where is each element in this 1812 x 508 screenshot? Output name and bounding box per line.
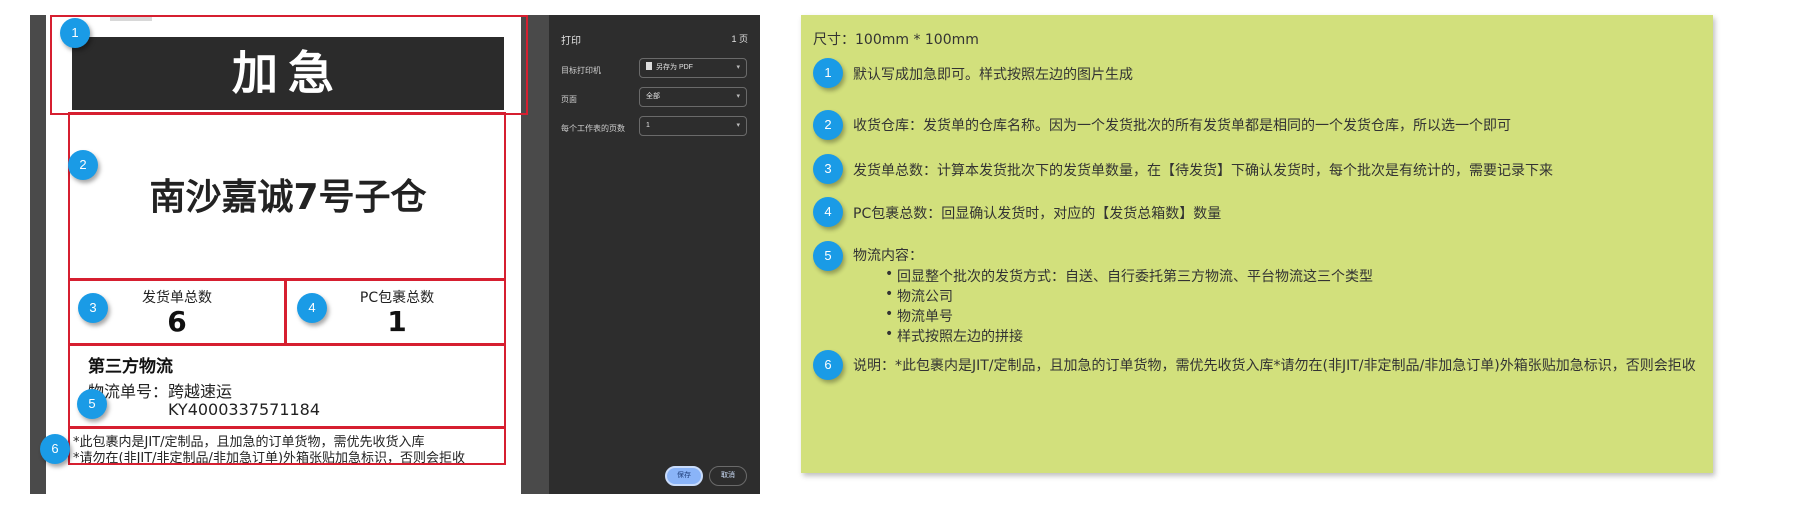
label-size-text: 尺寸：100mm * 100mm: [813, 32, 979, 48]
print-dialog-title: 打印: [561, 36, 581, 47]
pages-value: 全部: [646, 93, 660, 100]
annotation-box-logistics: [68, 344, 506, 428]
pages-select[interactable]: 全部 ▾: [639, 87, 747, 107]
chevron-down-icon: ▾: [736, 64, 740, 71]
badge-3: 3: [78, 293, 108, 323]
pages-per-sheet-value: 1: [646, 122, 650, 129]
annotation-box-notice: [68, 427, 506, 465]
spec-item-2: 收货仓库：发货单的仓库名称。因为一个发货批次的所有发货单都是相同的一个发货仓库，…: [853, 118, 1511, 134]
spec-badge-3: 3: [813, 154, 843, 184]
badge-4: 4: [297, 293, 327, 323]
chevron-down-icon: ▾: [736, 122, 740, 129]
pages-label: 页面: [561, 95, 577, 104]
pages-per-sheet-label: 每个工作表的页数: [561, 124, 625, 133]
spec-badge-1: 1: [813, 58, 843, 88]
spec-item-3: 发货单总数：计算本发货批次下的发货单数量，在【待发货】下确认发货时，每个批次是有…: [853, 163, 1553, 179]
print-settings-panel: 打印 1 页 目标打印机 另存为 PDF ▾ 页面 全部 ▾ 每个工作表的页数 …: [549, 15, 760, 494]
document-icon: [646, 62, 652, 70]
annotation-box-urgent: [50, 15, 528, 115]
destination-select[interactable]: 另存为 PDF ▾: [639, 58, 747, 78]
spec-badge-4: 4: [813, 197, 843, 227]
badge-1: 1: [60, 18, 90, 48]
badge-5: 5: [77, 389, 107, 419]
spec-item-5-bullet: 回显整个批次的发货方式：自送、自行委托第三方物流、平台物流这三个类型: [885, 266, 1373, 286]
spec-badge-2: 2: [813, 110, 843, 140]
spec-item-1: 默认写成加急即可。样式按照左边的图片生成: [853, 67, 1133, 83]
spec-item-5-bullet: 物流单号: [885, 306, 953, 326]
spec-item-5-bullet: 物流公司: [885, 286, 953, 306]
badge-2: 2: [68, 150, 98, 180]
spec-item-4: PC包裹总数：回显确认发货时，对应的【发货总箱数】数量: [853, 206, 1222, 222]
spec-item-5-bullet: 样式按照左边的拼接: [885, 326, 1023, 346]
spec-note: 尺寸：100mm * 100mm 1 默认写成加急即可。样式按照左边的图片生成 …: [801, 15, 1713, 473]
spec-badge-5: 5: [813, 241, 843, 271]
pages-per-sheet-select[interactable]: 1 ▾: [639, 116, 747, 136]
annotation-box-warehouse: [68, 112, 506, 280]
destination-value: 另存为 PDF: [656, 64, 693, 71]
spec-item-6: 说明：*此包裹内是JIT/定制品，且加急的订单货物，需优先收货入库*请勿在(非J…: [853, 358, 1696, 374]
spec-badge-6: 6: [813, 350, 843, 380]
print-page-count: 1 页: [731, 34, 748, 44]
spec-item-5-title: 物流内容：: [853, 248, 923, 264]
destination-label: 目标打印机: [561, 66, 601, 75]
chevron-down-icon: ▾: [736, 93, 740, 100]
save-button[interactable]: 保存: [665, 466, 703, 486]
badge-6: 6: [40, 434, 70, 464]
cancel-button[interactable]: 取消: [709, 466, 747, 486]
